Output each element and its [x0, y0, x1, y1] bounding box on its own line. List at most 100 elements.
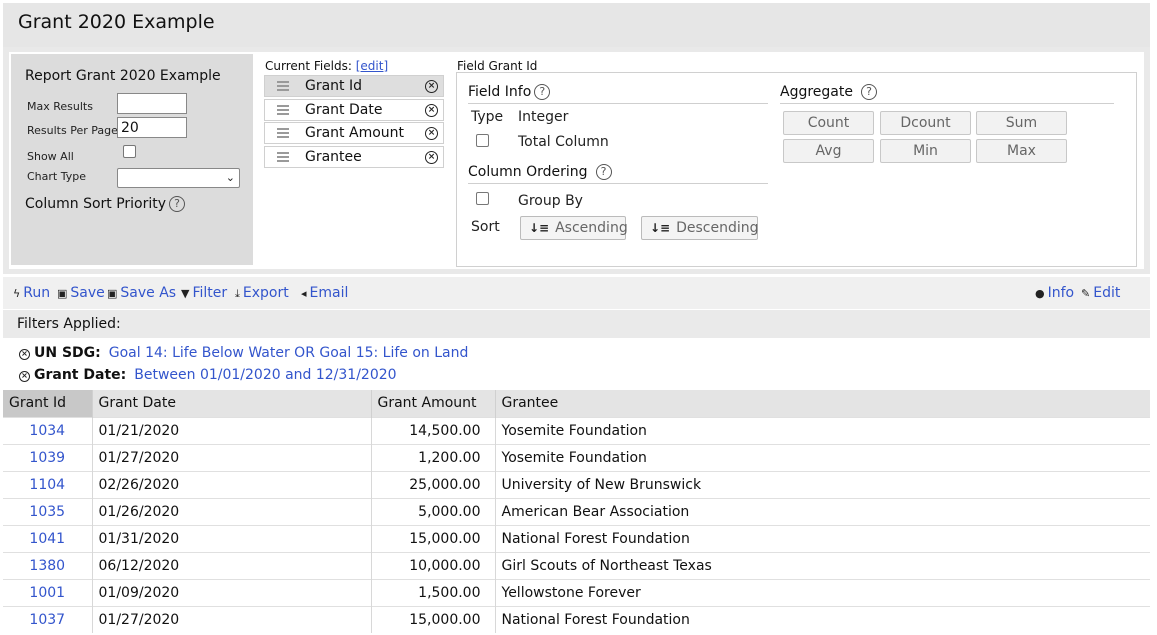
- sort-ascending-button[interactable]: ↓≡ Ascending: [520, 216, 628, 240]
- grant-amount-cell: 5,000.00: [371, 497, 496, 525]
- grant-amount-cell: 1,500.00: [371, 578, 496, 606]
- results-per-page-input[interactable]: [117, 117, 187, 138]
- edit-button[interactable]: ✎ Edit: [1081, 285, 1120, 301]
- remove-circle-icon[interactable]: ×: [425, 151, 438, 164]
- aggregate-max-button[interactable]: Max: [976, 139, 1067, 163]
- total-column-checkbox[interactable]: [476, 134, 489, 147]
- title-bar: Grant 2020 Example: [3, 3, 1150, 47]
- filters-bar: Filters Applied:: [3, 310, 1150, 338]
- table-row: 1041 01/31/2020 15,000.00 National Fores…: [3, 524, 1150, 552]
- report-title: Report Grant 2020 Example: [25, 68, 221, 84]
- grant-id-link[interactable]: 1041: [3, 524, 93, 552]
- field-info-heading: Field Info?: [468, 84, 551, 100]
- type-label: Type: [471, 109, 504, 125]
- grant-id-link[interactable]: 1039: [3, 443, 93, 471]
- group-by-label: Group By: [518, 193, 583, 209]
- help-icon[interactable]: ?: [595, 164, 612, 180]
- grantee-cell: Yosemite Foundation: [495, 416, 1150, 444]
- filter-item-un-sdg: × UN SDG: Goal 14: Life Below Water OR Goa…: [19, 345, 468, 361]
- aggregate-heading: Aggregate?: [780, 84, 877, 100]
- results-per-page-label: Results Per Page: [27, 124, 118, 137]
- remove-circle-icon[interactable]: ×: [425, 104, 438, 117]
- field-item-grant-amount[interactable]: Grant Amount ×: [264, 122, 444, 144]
- total-column-label: Total Column: [518, 134, 609, 150]
- column-header-grantee[interactable]: Grantee: [495, 390, 1150, 417]
- field-item-grant-id[interactable]: Grant Id ×: [264, 75, 444, 97]
- sort-descending-button[interactable]: ↓≡ Descending: [641, 216, 759, 240]
- grant-id-link[interactable]: 1380: [3, 551, 93, 579]
- aggregate-count-button[interactable]: Count: [783, 111, 874, 135]
- show-all-checkbox[interactable]: [123, 145, 136, 158]
- config-area: Report Grant 2020 Example Max Results Re…: [3, 47, 1150, 274]
- aggregate-min-button[interactable]: Min: [880, 139, 971, 163]
- grant-date-cell: 01/21/2020: [92, 416, 372, 444]
- grant-amount-cell: 1,200.00: [371, 443, 496, 471]
- grant-id-link[interactable]: 1035: [3, 497, 93, 525]
- drag-handle-icon[interactable]: [277, 81, 289, 91]
- aggregate-avg-button[interactable]: Avg: [783, 139, 874, 163]
- field-item-grant-date[interactable]: Grant Date ×: [264, 99, 444, 121]
- edit-fields-link[interactable]: [edit]: [356, 59, 388, 73]
- grant-id-link[interactable]: 1037: [3, 605, 93, 633]
- group-by-checkbox[interactable]: [476, 192, 489, 205]
- grant-id-link[interactable]: 1034: [3, 416, 93, 444]
- column-header-grant-date[interactable]: Grant Date: [92, 390, 372, 417]
- save-as-button[interactable]: ▣ Save As: [107, 285, 176, 301]
- remove-circle-icon[interactable]: ×: [425, 80, 438, 93]
- grant-date-cell: 01/27/2020: [92, 605, 372, 633]
- drag-handle-icon[interactable]: [277, 128, 289, 138]
- aggregate-sum-button[interactable]: Sum: [976, 111, 1067, 135]
- grant-id-link[interactable]: 1001: [3, 578, 93, 606]
- table-row: 1035 01/26/2020 5,000.00 American Bear A…: [3, 497, 1150, 525]
- table-row: 1034 01/21/2020 14,500.00 Yosemite Found…: [3, 416, 1150, 444]
- help-icon[interactable]: ?: [860, 84, 877, 100]
- floppy-edit-icon: ▣: [107, 287, 118, 300]
- grantee-cell: National Forest Foundation: [495, 605, 1150, 633]
- remove-circle-icon[interactable]: ×: [425, 127, 438, 140]
- field-item-label: Grant Date: [305, 102, 383, 118]
- email-button[interactable]: ◂ Email: [301, 285, 348, 301]
- email-label: Email: [309, 285, 349, 301]
- grant-date-cell: 06/12/2020: [92, 551, 372, 579]
- grantee-cell: Girl Scouts of Northeast Texas: [495, 551, 1150, 579]
- divider: [780, 103, 1114, 104]
- run-label: Run: [23, 285, 51, 301]
- info-button[interactable]: ● Info: [1035, 285, 1074, 301]
- grant-id-link[interactable]: 1104: [3, 470, 93, 498]
- field-item-label: Grantee: [305, 149, 362, 165]
- remove-filter-icon[interactable]: ×: [19, 371, 30, 382]
- grant-amount-cell: 10,000.00: [371, 551, 496, 579]
- divider: [468, 103, 768, 104]
- grant-date-cell: 02/26/2020: [92, 470, 372, 498]
- table-row: 1104 02/26/2020 25,000.00 University of …: [3, 470, 1150, 498]
- grant-amount-cell: 25,000.00: [371, 470, 496, 498]
- column-sort-priority: Column Sort Priority?: [25, 196, 186, 212]
- run-button[interactable]: ϟ Run: [13, 285, 50, 301]
- download-icon: ⤓: [235, 287, 240, 300]
- grant-date-cell: 01/31/2020: [92, 524, 372, 552]
- save-label: Save: [70, 285, 105, 301]
- field-editor-label: Field Grant Id: [457, 59, 538, 73]
- filter-value-link[interactable]: Between 01/01/2020 and 12/31/2020: [134, 367, 396, 383]
- aggregate-dcount-button[interactable]: Dcount: [880, 111, 971, 135]
- help-icon[interactable]: ?: [169, 196, 186, 212]
- help-icon[interactable]: ?: [534, 84, 551, 100]
- export-label: Export: [242, 285, 289, 301]
- drag-handle-icon[interactable]: [277, 152, 289, 162]
- field-item-grantee[interactable]: Grantee ×: [264, 146, 444, 168]
- max-results-input[interactable]: [117, 93, 187, 114]
- remove-filter-icon[interactable]: ×: [19, 349, 30, 360]
- export-button[interactable]: ⤓ Export: [235, 285, 289, 301]
- column-header-grant-amount[interactable]: Grant Amount: [371, 390, 496, 417]
- grant-amount-cell: 14,500.00: [371, 416, 496, 444]
- filter-value-link[interactable]: Goal 14: Life Below Water OR Goal 15: Li…: [109, 345, 469, 361]
- config-panel: Report Grant 2020 Example Max Results Re…: [9, 52, 1144, 269]
- filter-key: UN SDG:: [34, 345, 101, 361]
- drag-handle-icon[interactable]: [277, 105, 289, 115]
- current-fields-label: Current Fields:: [265, 59, 352, 73]
- filter-button[interactable]: ▼ Filter: [181, 285, 227, 301]
- column-header-grant-id[interactable]: Grant Id: [3, 390, 93, 417]
- chart-type-select[interactable]: ⌄: [117, 168, 240, 188]
- page-title: Grant 2020 Example: [18, 11, 215, 33]
- save-button[interactable]: ▣ Save: [57, 285, 105, 301]
